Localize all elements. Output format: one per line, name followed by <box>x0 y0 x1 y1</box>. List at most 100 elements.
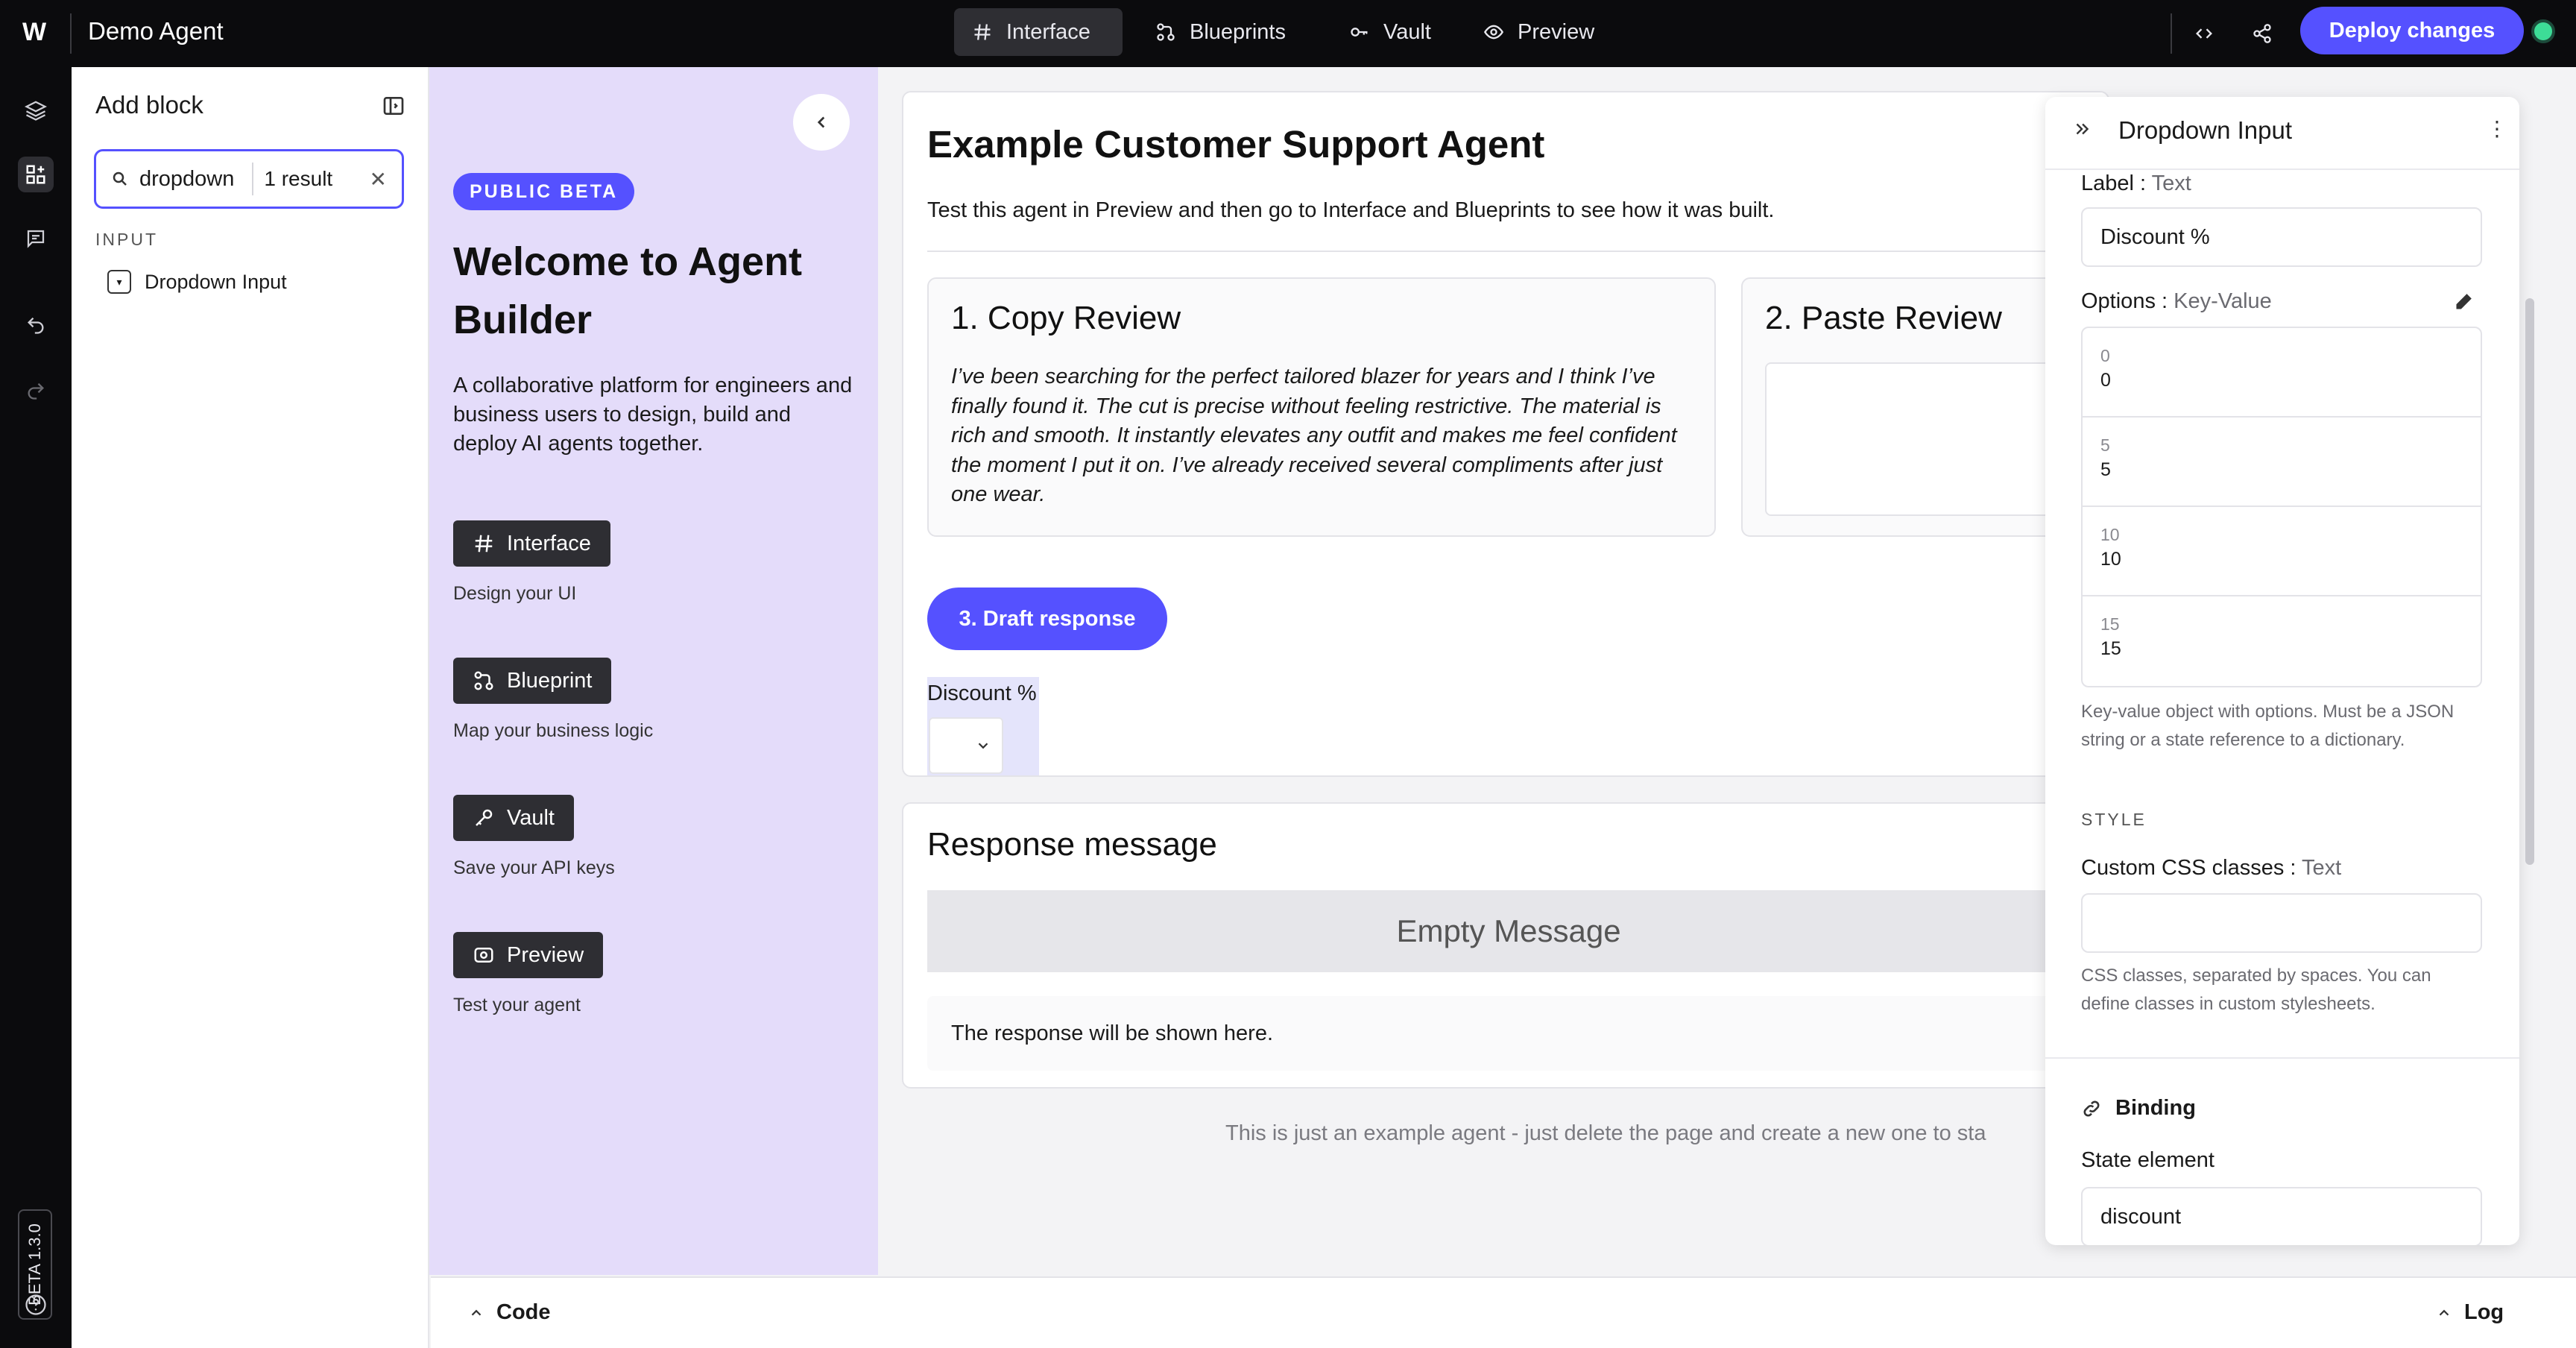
paste-review-title: 2. Paste Review <box>1765 300 2002 336</box>
discount-select[interactable] <box>929 717 1003 774</box>
status-indicator <box>2531 19 2555 43</box>
code-label: Code <box>496 1300 551 1324</box>
option-value: 15 <box>2100 638 2121 659</box>
option-value: 10 <box>2100 549 2121 570</box>
response-text: The response will be shown here. <box>927 996 2090 1071</box>
tab-label: Vault <box>1383 19 1431 44</box>
key-icon <box>476 809 493 826</box>
option-row[interactable]: 10 10 <box>2083 507 2481 596</box>
divider <box>2171 13 2172 54</box>
field-name: Options <box>2081 289 2156 313</box>
options-list: 0 0 5 5 10 10 15 15 <box>2081 327 2482 687</box>
css-classes-input[interactable] <box>2081 893 2482 953</box>
option-key: 15 <box>2100 614 2120 634</box>
search-value: dropdown <box>139 166 235 191</box>
option-row[interactable]: 0 0 <box>2083 328 2481 418</box>
tab-vault[interactable]: Vault <box>1331 8 1450 56</box>
vault-caption: Save your API keys <box>453 857 615 878</box>
tab-interface[interactable]: Interface <box>954 8 1123 56</box>
section-heading: INPUT <box>95 230 158 249</box>
tab-label: Preview <box>1518 19 1595 44</box>
comment-icon[interactable] <box>18 221 54 256</box>
properties-scrollbar[interactable] <box>2525 298 2534 865</box>
response-card[interactable]: Response message Empty Message The respo… <box>902 802 2109 1089</box>
divider <box>70 13 72 54</box>
draft-response-button[interactable]: 3. Draft response <box>927 588 1167 650</box>
help-icon[interactable] <box>18 1287 54 1323</box>
preview-button[interactable]: Preview <box>453 932 604 978</box>
button-label: Interface <box>507 531 591 555</box>
panel-title: Dropdown Input <box>2118 116 2292 144</box>
chevron-down-icon <box>978 743 988 749</box>
search-icon <box>113 171 127 186</box>
expand-panel-icon[interactable] <box>2072 119 2092 139</box>
css-field-label: Custom CSS classes : Text <box>2081 856 2342 880</box>
more-options-icon[interactable]: ⋮ <box>2487 119 2507 139</box>
divider <box>2045 1057 2519 1059</box>
code-panel-toggle[interactable]: Code <box>468 1300 551 1325</box>
main-section-card[interactable]: Example Customer Support Agent Test this… <box>902 91 2159 777</box>
field-name: Custom CSS classes <box>2081 856 2285 880</box>
log-label: Log <box>2464 1300 2504 1324</box>
preview-caption: Test your agent <box>453 995 581 1015</box>
add-block-icon[interactable] <box>18 157 54 192</box>
app-logo[interactable]: W <box>22 18 52 48</box>
collapse-welcome-button[interactable] <box>793 94 850 151</box>
copy-review-text: I’ve been searching for the perfect tail… <box>951 365 1677 506</box>
code-view-icon[interactable] <box>2187 16 2221 51</box>
state-element-input[interactable]: discount <box>2081 1187 2482 1245</box>
vault-button[interactable]: Vault <box>453 795 574 841</box>
edit-options-icon[interactable] <box>2454 291 2475 312</box>
tab-blueprints[interactable]: Blueprints <box>1137 8 1316 56</box>
undo-icon[interactable] <box>18 307 54 343</box>
button-label: Blueprint <box>507 668 593 693</box>
dropdown-label: Discount % <box>927 681 1037 705</box>
bottom-bar: Code Log <box>431 1276 2576 1348</box>
hash-icon <box>475 535 493 552</box>
welcome-title: Welcome to Agent Builder <box>453 239 803 342</box>
blueprint-caption: Map your business logic <box>453 720 654 741</box>
result-count: 1 result <box>264 167 333 190</box>
blueprint-icon <box>474 671 493 690</box>
welcome-panel: PUBLIC BETA Welcome to Agent Builder A c… <box>429 67 878 1275</box>
add-block-panel: Add block dropdown 1 result ✕ INPUT ▾ Dr… <box>72 67 429 1348</box>
divider <box>252 163 254 195</box>
block-item-dropdown-input[interactable]: ▾ Dropdown Input <box>107 267 287 297</box>
option-row[interactable]: 5 5 <box>2083 418 2481 507</box>
blueprint-icon <box>1157 23 1175 41</box>
divider <box>927 251 2090 252</box>
properties-panel: Dropdown Input ⋮ Label : Text Discount %… <box>2045 97 2519 1245</box>
response-title: Response message <box>927 826 1217 863</box>
field-name: Label <box>2081 171 2134 195</box>
preview-icon <box>474 948 493 963</box>
button-label: Preview <box>507 942 584 967</box>
tab-label: Interface <box>1006 19 1090 44</box>
deploy-button[interactable]: Deploy changes <box>2300 7 2524 54</box>
redo-icon[interactable] <box>18 373 54 409</box>
log-panel-toggle[interactable]: Log <box>2436 1300 2504 1325</box>
dropdown-block-icon: ▾ <box>107 270 131 294</box>
block-search-input[interactable]: dropdown 1 result ✕ <box>94 149 404 209</box>
collapse-panel-icon[interactable] <box>382 94 405 118</box>
chevron-left-icon <box>817 116 825 128</box>
empty-message: Empty Message <box>927 890 2090 972</box>
left-rail: BETA 1.3.0 <box>0 67 72 1348</box>
interface-button[interactable]: Interface <box>453 520 610 567</box>
divider <box>2045 168 2519 170</box>
blueprint-button[interactable]: Blueprint <box>453 658 612 704</box>
link-icon <box>2083 1100 2100 1116</box>
key-icon <box>1351 28 1368 37</box>
layers-icon[interactable] <box>18 92 54 128</box>
option-key: 5 <box>2100 435 2110 455</box>
copy-review-title: 1. Copy Review <box>951 300 1181 336</box>
discount-dropdown-block[interactable]: Discount % <box>927 677 1039 775</box>
tab-preview[interactable]: Preview <box>1465 8 1614 56</box>
hash-icon <box>974 24 991 40</box>
public-beta-badge: PUBLIC BETA <box>453 173 635 210</box>
label-input[interactable]: Discount % <box>2081 207 2482 267</box>
copy-review-card[interactable]: 1. Copy Review I’ve been searching for t… <box>927 277 1716 537</box>
clear-search-icon[interactable]: ✕ <box>370 167 387 192</box>
options-field-label: Options : Key-Value <box>2081 289 2272 313</box>
share-icon[interactable] <box>2245 16 2279 51</box>
option-row[interactable]: 15 15 <box>2083 596 2481 686</box>
